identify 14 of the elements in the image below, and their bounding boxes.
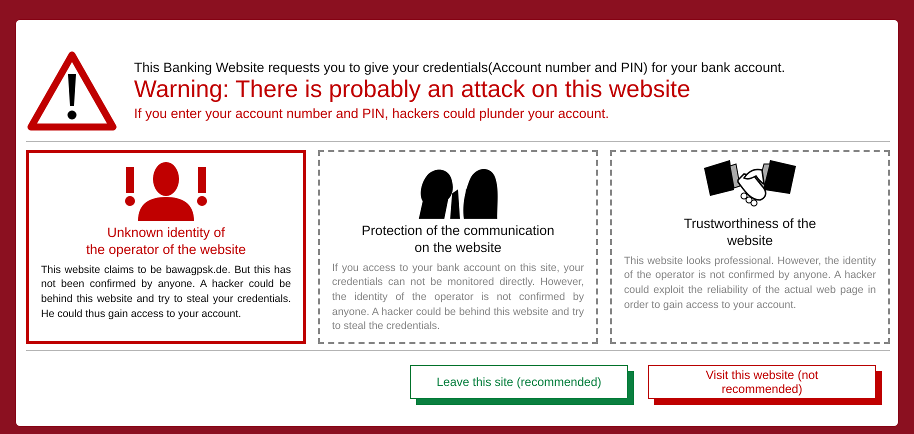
warning-heading: Warning: There is probably an attack on this website <box>134 77 692 104</box>
risk-card[interactable] <box>318 150 598 344</box>
consequence-text: If you enter your account number and PIN, hackers could plunder your account. <box>134 106 610 121</box>
card-description: If you access to your bank account on this site, your credentials can not be monitored directly. However, the identity of the operator is not confirmed by anyone. A hacker could be behind this website and try to steal the credentials. <box>332 260 584 334</box>
card-title: Unknown identity of the operator of the website <box>86 225 246 259</box>
card-title: Trustworthiness of the website <box>684 216 816 250</box>
card-description: This website looks professional. However, the identity of the operator is not confirmed by anyone. A hacker could exploit the reliability of the actual web page in order to gain access to your account. <box>624 254 876 312</box>
risk-card[interactable] <box>610 150 890 344</box>
card-description: This website claims to be bawagpsk.de. But this has not been confirmed by anyone. A hacker could be behind this website and try to steal your credentials. He could thus gain access to your account. <box>41 262 291 322</box>
person-alert-icon <box>122 161 210 221</box>
risk-card[interactable] <box>26 150 306 344</box>
warning-triangle-icon <box>26 50 118 132</box>
intro-text: This Banking Website requests you to give your credentials(Account number and PIN) for your bank account. <box>134 60 786 76</box>
card-title: Protection of the communication on the website <box>362 222 554 257</box>
